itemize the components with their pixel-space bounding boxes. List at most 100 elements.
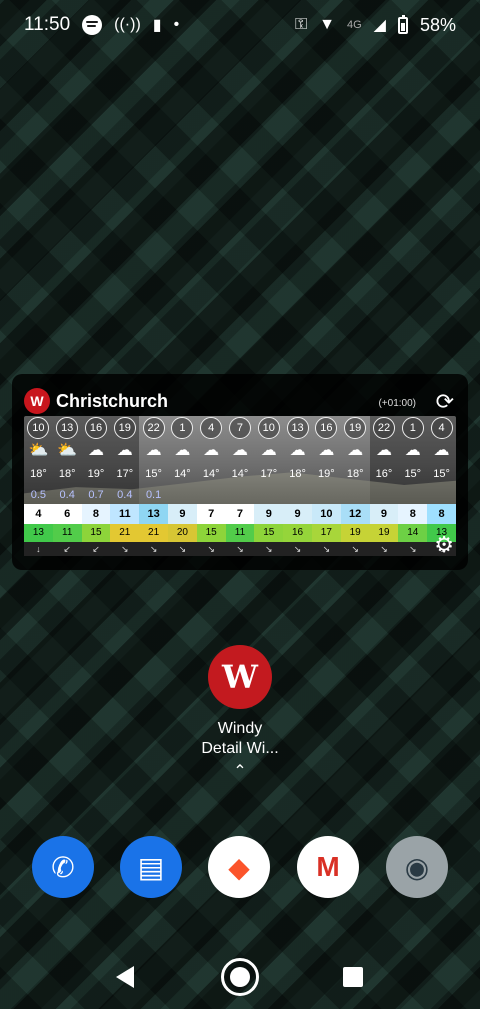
wind-direction-arrow-icon: ↘	[178, 543, 187, 554]
windy-app-icon[interactable]: W	[208, 645, 272, 709]
wind-direction-arrow-icon: ↙	[63, 543, 71, 554]
dock: ✆ ▤ ◆ M ◉	[0, 836, 480, 900]
wind-direction-row: ↓ ↙ ↙ ↘ ↘ ↘ ↘ ↘ ↘ ↘ ↘ ↘ ↘ ↘ ↘	[24, 542, 456, 556]
wind-gust-cell: 19	[340, 524, 370, 542]
home-button[interactable]	[221, 958, 259, 996]
wind-speed-cell: 6	[52, 504, 82, 524]
moon-cloud-icon: ☁	[404, 442, 421, 459]
cloud-rain-icon: ☁	[116, 442, 133, 459]
settings-gear-icon[interactable]: ⚙	[434, 532, 454, 558]
sun-cloud-rain-icon: ⛅	[57, 442, 78, 459]
hour-cell: 7	[226, 417, 255, 439]
windy-widget[interactable]: W Christchurch (+01:00) ⟳ 10 13 16 19 22 1 4 7 1…	[12, 374, 468, 570]
hour-cell: 22	[139, 417, 168, 439]
precipitation-cell: 0.7	[88, 489, 104, 501]
wind-gust-cell: 11	[225, 524, 255, 542]
camera-app-icon[interactable]: ◉	[386, 836, 448, 898]
back-button[interactable]	[116, 966, 134, 988]
timezone-offset: (+01:00)	[378, 398, 416, 409]
wind-speed-cell: 10	[311, 504, 341, 524]
precipitation-cell: 0.5	[30, 489, 47, 501]
vpn-key-icon: ⚿	[294, 16, 308, 33]
hour-badge: 13	[286, 417, 309, 439]
app-label-line2: Detail Wi...	[201, 740, 279, 757]
refresh-icon[interactable]: ⟳	[436, 389, 454, 415]
temperature-row: 18° 18° 19° 17° 15° 14° 14° 14° 17° 18° 19° 18° 16° 1…	[24, 462, 456, 486]
temperature-cell: 17°	[116, 468, 134, 480]
signal-icon: ◢	[373, 17, 386, 34]
moon-cloud-icon: ☁	[203, 442, 220, 459]
temperature-cell: 16°	[375, 468, 393, 480]
hour-badge: 22	[372, 417, 395, 439]
widget-header: W Christchurch (+01:00) ⟳	[24, 386, 456, 416]
hour-cell: 1	[168, 417, 197, 439]
wind-speed-cell: 7	[225, 504, 255, 524]
cloud-icon: ☁	[174, 442, 191, 459]
precipitation-cell: 0.4	[59, 489, 75, 501]
spotify-icon	[82, 15, 103, 35]
temperature-cell: 19°	[318, 468, 335, 480]
recents-button[interactable]	[343, 967, 363, 987]
messages-app-icon[interactable]: ▤	[120, 836, 182, 898]
hour-badge: 4	[200, 417, 223, 439]
wind-speed-cell: 11	[110, 504, 140, 524]
wind-speed-cell: 13	[139, 504, 168, 524]
temperature-cell: 15°	[433, 468, 450, 480]
wind-direction-arrow-icon: ↘	[149, 543, 158, 554]
hour-badge: 4	[430, 417, 453, 439]
wind-gust-cell: 16	[283, 524, 312, 542]
wind-gust-cell: 15	[254, 524, 284, 542]
wind-gust-cell: 15	[81, 524, 111, 542]
wind-direction-arrow-icon: ↓	[36, 544, 41, 554]
chevron-up-icon[interactable]: ⌃	[180, 761, 300, 781]
temperature-cell: 14°	[174, 468, 191, 480]
hour-badge: 7	[228, 417, 251, 439]
wind-gust-cell: 11	[52, 524, 82, 542]
wind-gust-cell: 21	[139, 524, 168, 542]
wind-direction-arrow-icon: ↘	[293, 543, 302, 554]
wind-gust-cell: 14	[398, 524, 428, 542]
weather-icon-row: ⛅ ⛅ ☁ ☁ ☁ ☁ ☁ ☁ ☁ ☁ ☁ ☁ ☁ ☁ ☁	[24, 440, 456, 462]
network-type: 4G	[346, 19, 362, 31]
wind-gust-cell: 21	[110, 524, 140, 542]
wind-speed-cell: 12	[340, 504, 370, 524]
temperature-cell: 14°	[231, 468, 249, 480]
hour-badge: 19	[113, 417, 136, 439]
temperature-cell: 18°	[58, 468, 76, 480]
temperature-cell: 17°	[260, 468, 278, 480]
wind-direction-arrow-icon: ↘	[380, 543, 388, 554]
hour-cell: 22	[370, 417, 399, 439]
hour-badge: 16	[84, 417, 107, 439]
brave-browser-icon[interactable]: ◆	[208, 836, 270, 898]
wind-speed-row: 4 6 8 11 13 9 7 7 9 9 10 12 9 8 8	[24, 504, 456, 524]
wind-direction-arrow-icon: ↘	[121, 543, 129, 554]
hour-cell: 4	[197, 417, 226, 439]
wind-direction-arrow-icon: ↘	[265, 543, 273, 554]
moon-cloud-icon: ☁	[145, 442, 162, 459]
wind-direction-arrow-icon: ↘	[236, 543, 244, 554]
sun-cloud-rain-icon: ⛅	[28, 442, 49, 459]
cloud-icon: ☁	[289, 442, 306, 459]
hour-cell: 16	[312, 417, 341, 439]
wind-speed-cell: 7	[196, 504, 226, 524]
phone-app-icon[interactable]: ✆	[32, 836, 94, 898]
gmail-icon[interactable]: M	[297, 836, 359, 898]
hour-badge: 19	[344, 417, 367, 439]
windy-app-shortcut[interactable]: W Windy Detail Wi... ⌃	[180, 645, 300, 781]
wind-gust-row: 13 11 15 21 21 20 15 11 15 16 17 19 19 14 13	[24, 524, 456, 542]
clock: 11:50	[24, 14, 71, 35]
cloud-rain-icon: ☁	[87, 442, 104, 459]
cloud-icon: ☁	[347, 442, 364, 459]
temperature-cell: 15°	[404, 468, 422, 480]
hour-badge: 13	[56, 417, 79, 439]
forecast-grid: 10 13 16 19 22 1 4 7 10 13 16 19 22 1 4 ⛅ ⛅ ☁ ☁ ☁ ☁ ☁ ☁ ☁ ☁ ☁ ☁ ☁ ☁…	[24, 416, 456, 556]
hour-cell: 13	[283, 417, 312, 439]
app-notification-icon: ▮	[152, 17, 162, 34]
cloud-icon: ☁	[318, 442, 335, 459]
wind-gust-cell: 19	[369, 524, 399, 542]
battery-percent: 58%	[419, 14, 456, 35]
wind-speed-cell: 8	[398, 504, 428, 524]
wind-speed-cell: 9	[167, 504, 197, 524]
temperature-cell: 18°	[30, 468, 47, 480]
wifi-icon: ▼	[319, 16, 335, 33]
